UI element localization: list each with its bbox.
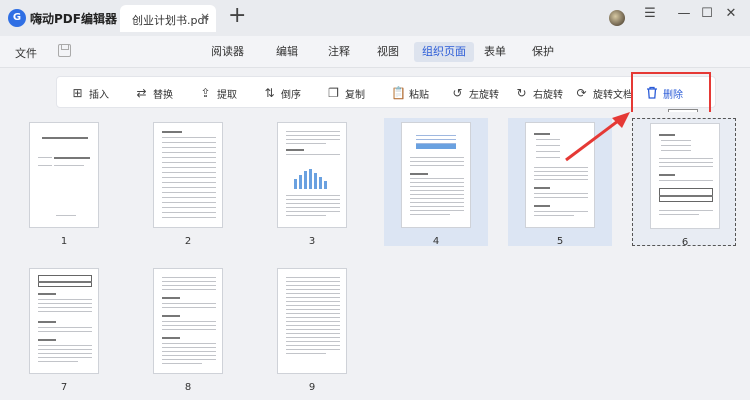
tab-close-icon[interactable]: × [200,10,210,24]
copy-icon: ❐ [328,86,339,100]
extract-button[interactable]: ⇪ 提取 [199,85,237,101]
page-thumbnail[interactable]: 7 [12,264,116,393]
paste-button[interactable]: 📋 粘贴 [391,85,429,101]
page-number: 3 [308,236,316,247]
page-number: 5 [556,236,564,247]
tab-form[interactable]: 表单 [476,42,514,62]
rotate-left-button[interactable]: ↺ 左旋转 [451,85,499,101]
page-preview [650,123,720,229]
rotate-left-icon: ↺ [452,86,463,100]
rotate-right-button[interactable]: ↻ 右旋转 [515,85,563,101]
organize-toolbar: ⊞ 插入 ⇄ 替换 ⇪ 提取 ⇅ 倒序 ❐ 复制 📋 粘贴 ↺ 左旋转 ↻ 右旋… [56,76,716,108]
rotate-doc-icon: ⟳ [576,86,587,100]
replace-label: 替换 [153,89,173,101]
page-thumbnail[interactable]: 8 [136,264,240,393]
mini-bar-chart [294,167,327,189]
extract-icon: ⇪ [200,86,211,100]
insert-icon: ⊞ [72,86,83,100]
title-bar: G 嗨动PDF编辑器 创业计划书.pdf × + ☰ — ☐ ✕ [0,0,750,36]
rotate-document-button[interactable]: ⟳ 旋转文档 [575,85,633,101]
copy-label: 复制 [345,89,365,101]
page-number: 7 [60,382,68,393]
paste-label: 粘贴 [409,89,429,101]
page-preview [29,122,99,228]
annotation-arrow [565,112,630,162]
page-number: 6 [681,237,689,248]
reverse-icon: ⇅ [264,86,275,100]
app-logo-icon: G [8,9,26,27]
replace-button[interactable]: ⇄ 替换 [135,85,173,101]
tab-view[interactable]: 视图 [369,42,407,62]
tab-organize-pages[interactable]: 组织页面 [414,42,474,62]
document-tab[interactable]: 创业计划书.pdf × [120,5,216,32]
app-title: 嗨动PDF编辑器 [30,12,117,26]
page-thumbnail-focused[interactable]: 6 [632,118,736,248]
tab-annotate[interactable]: 注释 [320,42,358,62]
extract-label: 提取 [217,89,237,101]
menu-bar: 文件 阅读器 编辑 注释 视图 组织页面 表单 保护 [0,36,750,68]
close-window-button[interactable]: ✕ [721,6,741,21]
page-number: 8 [184,382,192,393]
mini-bar-chart [416,131,456,149]
document-tab-label: 创业计划书.pdf [132,14,209,27]
insert-button[interactable]: ⊞ 插入 [71,85,109,101]
new-tab-button[interactable]: + [228,4,246,28]
maximize-button[interactable]: ☐ [697,6,717,21]
user-avatar[interactable] [609,10,625,26]
insert-label: 插入 [89,89,109,101]
page-preview [277,122,347,228]
rotate-right-label: 右旋转 [533,89,563,101]
rotate-right-icon: ↻ [516,86,527,100]
replace-icon: ⇄ [136,86,147,100]
minimize-button[interactable]: — [674,6,694,21]
page-preview [153,268,223,374]
file-menu[interactable]: 文件 [15,45,37,61]
paste-icon: 📋 [391,86,406,100]
page-number: 1 [60,236,68,247]
reverse-button[interactable]: ⇅ 倒序 [263,85,301,101]
copy-button[interactable]: ❐ 复制 [327,85,365,101]
page-number: 2 [184,236,192,247]
menu-icon[interactable]: ☰ [640,6,660,21]
tab-edit[interactable]: 编辑 [268,42,306,62]
page-thumbnail[interactable]: 9 [260,264,364,393]
page-thumbnail[interactable]: 1 [12,118,116,247]
page-preview [29,268,99,374]
save-icon[interactable] [58,44,71,57]
page-preview [277,268,347,374]
tab-protect[interactable]: 保护 [524,42,562,62]
tab-reader[interactable]: 阅读器 [203,42,252,62]
page-number: 9 [308,382,316,393]
page-preview [153,122,223,228]
reverse-label: 倒序 [281,89,301,101]
page-number: 4 [432,236,440,247]
page-thumbnail[interactable]: 3 [260,118,364,247]
rotate-left-label: 左旋转 [469,89,499,101]
page-thumbnail-selected[interactable]: 4 [384,118,488,247]
page-thumbnail[interactable]: 2 [136,118,240,247]
rotate-document-label: 旋转文档 [593,89,633,101]
page-preview [401,122,471,228]
